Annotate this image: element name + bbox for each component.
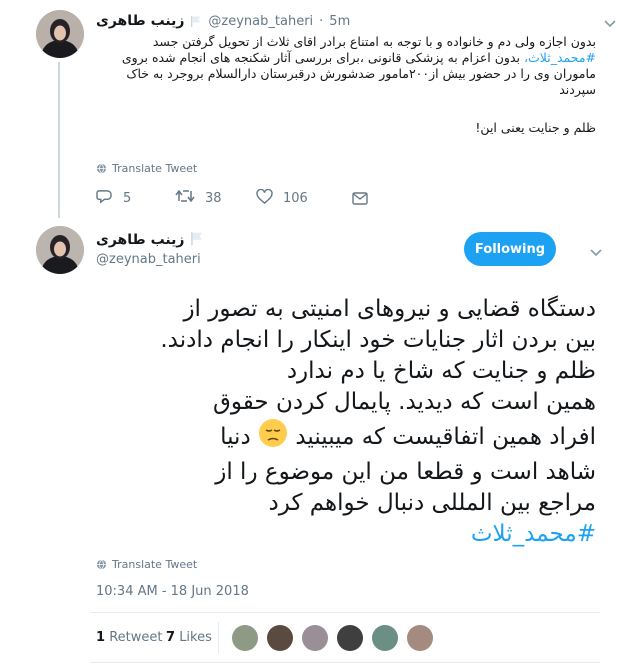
globe-icon <box>96 555 107 574</box>
chevron-down-icon[interactable] <box>603 14 617 33</box>
tweet-time[interactable]: 5m <box>329 14 350 29</box>
author-handle[interactable]: @zeynab_taheri <box>96 252 204 267</box>
like-count: 7 <box>166 630 176 645</box>
retweet-count: 38 <box>205 190 222 206</box>
tweet-text: دستگاه قضایی و نیروهای امنیتی به تصور از… <box>56 294 596 550</box>
heart-icon <box>256 188 273 208</box>
tweet-line: ظلم و جنایت که شاخ یا دم ندارد <box>286 358 596 384</box>
liker-avatar[interactable] <box>407 625 434 651</box>
chevron-down-icon[interactable] <box>589 243 603 262</box>
author-name[interactable]: زینب طاهری <box>96 232 184 248</box>
likers-avatars <box>228 625 434 651</box>
pensive-face-icon <box>258 418 288 457</box>
author-handle[interactable]: @zeynab_taheri <box>208 14 313 29</box>
retweet-label: Retweet <box>109 630 163 645</box>
stats-divider <box>218 622 219 654</box>
reply-button[interactable]: 5 <box>96 189 131 208</box>
retweet-count: 1 <box>96 630 106 645</box>
translate-tweet[interactable]: Translate Tweet <box>96 555 197 574</box>
divider <box>90 662 600 663</box>
flag-icon <box>190 230 204 249</box>
hashtag-link[interactable]: #محمد_ثلاث <box>471 521 596 547</box>
tweet-line: دستگاه قضایی و نیروهای امنیتی به تصور از <box>183 296 596 322</box>
liker-avatar[interactable] <box>302 625 329 651</box>
liker-avatar[interactable] <box>337 625 364 651</box>
liker-avatar[interactable] <box>232 625 258 651</box>
thread-line <box>58 62 60 218</box>
translate-tweet[interactable]: Translate Tweet <box>96 159 197 178</box>
tweet-timestamp[interactable]: 10:34 AM - 18 Jun 2018 <box>96 584 249 599</box>
tweet-line: مراجع بین المللی دنبال خواهم کرد <box>268 490 596 516</box>
avatar[interactable] <box>36 226 84 274</box>
tweet-line: شاهد است و قطعا من این موضوع را از <box>215 459 596 485</box>
tweet-line: افراد همین اتفاقیست که میبینید دنیا <box>56 418 596 457</box>
liker-avatar[interactable] <box>267 625 294 651</box>
flag-icon <box>190 12 202 31</box>
like-count: 106 <box>283 191 308 206</box>
reply-count: 5 <box>123 191 132 206</box>
globe-icon <box>96 159 107 178</box>
retweet-button[interactable]: 38 <box>175 189 222 207</box>
retweet-icon <box>175 189 195 207</box>
tweet-line: ماموران وی را در حضور بیش از۲۰۰مامور ضدش… <box>126 66 596 81</box>
avatar[interactable] <box>36 10 84 58</box>
tweet-line: سپردند <box>559 82 596 97</box>
liker-avatar[interactable] <box>372 625 399 651</box>
following-button[interactable]: Following <box>464 232 556 266</box>
author-block[interactable]: زینب طاهری @zeynab_taheri <box>96 230 204 267</box>
tweet-line: #محمد_ثلاث، بدون اعزام به پزشکی قانونی ،… <box>121 50 596 65</box>
divider <box>90 612 600 613</box>
hashtag-link[interactable]: #محمد_ثلاث، <box>524 50 596 65</box>
translate-label: Translate Tweet <box>112 162 198 175</box>
like-label: Likes <box>179 630 212 645</box>
tweet-line: #محمد_ثلاث <box>56 519 596 550</box>
author-name[interactable]: زینب طاهری <box>96 13 184 29</box>
tweet-line: همین است که دیدید. پایمال کردن حقوق <box>213 389 596 415</box>
tweet-line: ظلم و جنایت یعنی این! <box>475 120 596 135</box>
tweet-line: بین بردن اثار جنایات خود اینکار را انجام… <box>160 327 596 353</box>
tweet-text: بدون اجازه ولی دم و خانواده و با توجه به… <box>96 34 596 136</box>
like-stats[interactable]: 7 Likes <box>166 630 212 645</box>
retweet-stats[interactable]: 1 Retweet <box>96 630 162 645</box>
translate-label: Translate Tweet <box>112 558 198 571</box>
direct-message-icon[interactable] <box>352 190 368 209</box>
like-button[interactable]: 106 <box>256 188 308 208</box>
tweet-header: زینب طاهری @zeynab_taheri · 5m <box>96 12 351 31</box>
tweet-line: بدون اجازه ولی دم و خانواده و با توجه به… <box>152 34 596 49</box>
reply-icon <box>96 189 113 208</box>
